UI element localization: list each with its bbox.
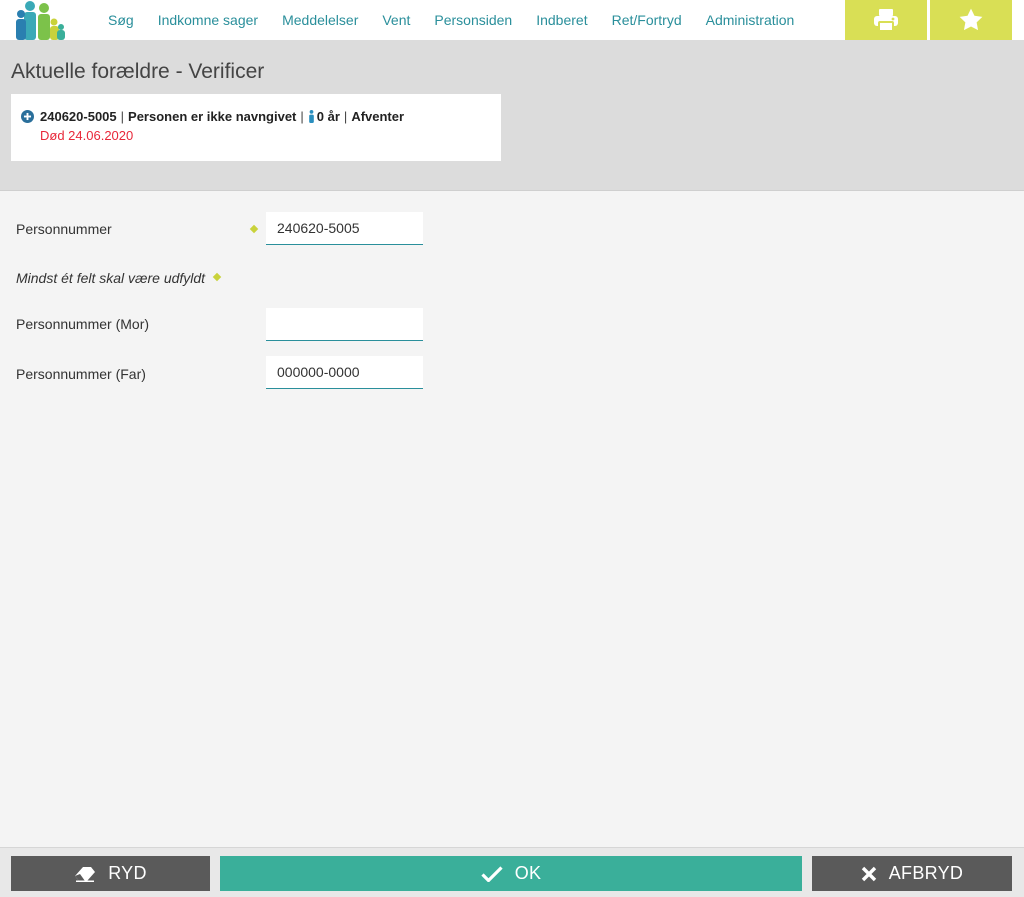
nav-item-soeg[interactable]: Søg [96, 12, 146, 28]
page-header: Aktuelle forældre - Verificer 240620-500… [0, 40, 1024, 191]
page-title: Aktuelle forældre - Verificer [11, 60, 265, 83]
person-summary: 240620-5005 | Personen er ikke navngivet… [21, 109, 491, 124]
required-marker-icon [212, 272, 222, 282]
nav-item-meddelelser[interactable]: Meddelelser [270, 12, 370, 28]
eraser-icon [75, 866, 96, 882]
star-icon [959, 8, 983, 31]
person-status: Afventer [351, 109, 405, 124]
ok-button[interactable]: OK [220, 856, 802, 891]
printer-icon [874, 9, 898, 32]
logo-icon[interactable] [8, 0, 72, 40]
nav-item-administration[interactable]: Administration [694, 12, 807, 28]
person-death-date: Død 24.06.2020 [40, 128, 134, 143]
favorite-button[interactable] [930, 0, 1012, 40]
check-icon [481, 865, 503, 882]
required-note: Mindst ét felt skal være udfyldt [16, 270, 206, 286]
person-cpr: 240620-5005 [40, 109, 117, 124]
action-bar: RYD OK AFBRYD [0, 847, 1024, 897]
person-icon [308, 110, 314, 123]
close-icon [861, 866, 876, 881]
nav-item-vent[interactable]: Vent [370, 12, 422, 28]
print-button[interactable] [845, 0, 927, 40]
nav-item-indberet[interactable]: Indberet [524, 12, 599, 28]
personnummer-mor-label: Personnummer (Mor) [16, 316, 150, 332]
personnummer-far-label: Personnummer (Far) [16, 366, 146, 382]
nav-item-indkomne-sager[interactable]: Indkomne sager [146, 12, 270, 28]
clear-button-label: RYD [108, 863, 147, 883]
person-age: 0 år [316, 109, 340, 124]
nav-item-ret-fortryd[interactable]: Ret/Fortryd [600, 12, 694, 28]
ok-button-label: OK [514, 863, 542, 883]
plus-circle-icon[interactable] [21, 110, 34, 123]
personnummer-far-input[interactable] [266, 356, 423, 389]
personnummer-label: Personnummer [16, 221, 112, 237]
main-nav: Søg Indkomne sager Meddelelser Vent Pers… [96, 0, 806, 40]
personnummer-mor-input[interactable] [266, 308, 423, 341]
cancel-button[interactable]: AFBRYD [812, 856, 1012, 891]
top-navigation-bar: Søg Indkomne sager Meddelelser Vent Pers… [0, 0, 1024, 40]
personnummer-input[interactable] [266, 212, 423, 245]
person-card: 240620-5005 | Personen er ikke navngivet… [11, 94, 501, 161]
cancel-button-label: AFBRYD [888, 863, 964, 883]
required-marker-icon [249, 224, 259, 234]
nav-item-personsiden[interactable]: Personsiden [422, 12, 524, 28]
person-name: Personen er ikke navngivet [128, 109, 297, 124]
clear-button[interactable]: RYD [11, 856, 210, 891]
